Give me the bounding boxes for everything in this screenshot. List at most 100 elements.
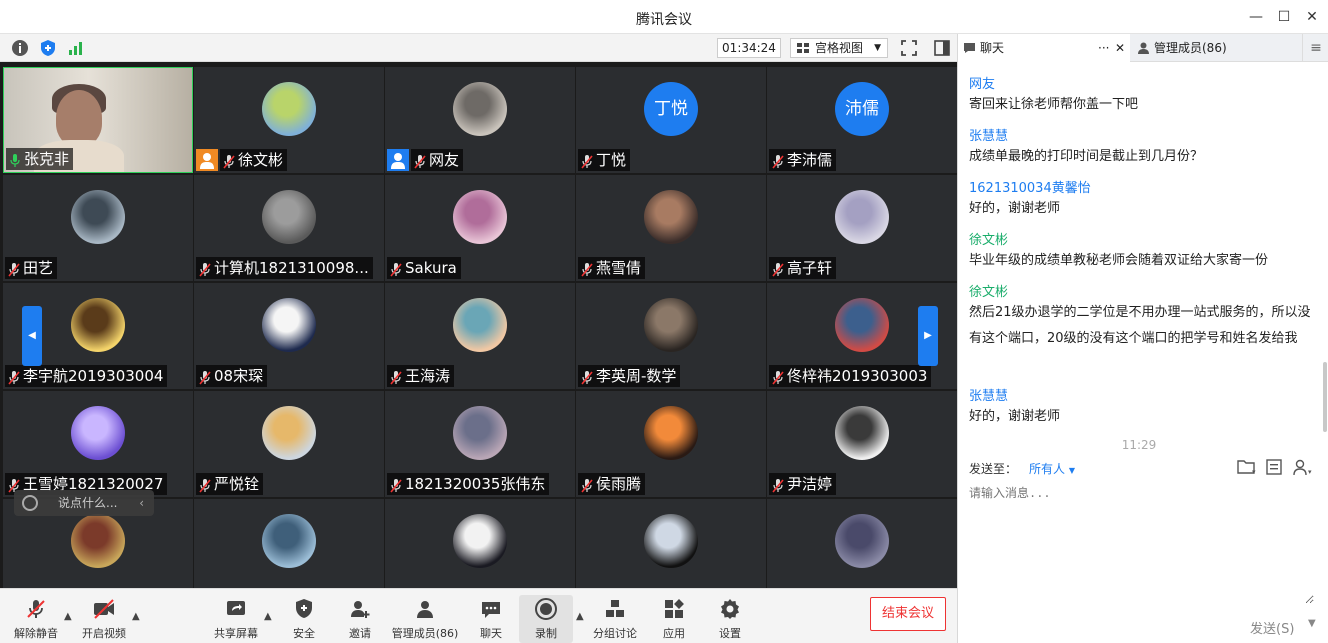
- view-mode-select[interactable]: 宫格视图 ▼: [790, 38, 888, 58]
- emoji-icon[interactable]: [22, 495, 38, 511]
- share-options-caret-icon[interactable]: ▲: [264, 611, 272, 622]
- signal-icon[interactable]: [66, 38, 86, 58]
- title-bar: 腾讯会议 — ☐ ✕: [0, 0, 1328, 34]
- collapse-icon[interactable]: ‹: [139, 490, 144, 516]
- record-button[interactable]: 录制: [519, 595, 573, 643]
- side-panel-toggle-icon[interactable]: [932, 38, 952, 58]
- mic-muted-icon: [8, 261, 20, 277]
- participant-tile[interactable]: [194, 499, 384, 588]
- participant-name: 田艺: [23, 259, 54, 277]
- mic-muted-icon: [199, 369, 211, 385]
- grid-prev-page-arrow-icon[interactable]: ◀: [22, 306, 42, 366]
- chat-scrollbar-thumb[interactable]: [1323, 362, 1327, 432]
- chat-sender[interactable]: 徐文彬: [969, 281, 1008, 300]
- svg-text:▾: ▾: [1252, 468, 1256, 476]
- participant-tile[interactable]: 王海涛: [385, 283, 575, 389]
- participant-tile[interactable]: 侯雨腾: [576, 391, 766, 497]
- avatar: [453, 298, 507, 352]
- audio-options-caret-icon[interactable]: ▲: [64, 611, 72, 622]
- chat-sender[interactable]: 张慧慧: [969, 385, 1008, 404]
- record-options-caret-icon[interactable]: ▲: [576, 611, 584, 622]
- maximize-button[interactable]: ☐: [1270, 6, 1298, 28]
- camera-off-icon: [94, 599, 114, 619]
- apps-button[interactable]: 应用: [654, 595, 694, 643]
- mic-muted-icon: [581, 369, 593, 385]
- start-video-button[interactable]: 开启视频: [76, 595, 132, 643]
- caret-down-icon: ▼: [1068, 466, 1075, 475]
- grid-next-page-arrow-icon[interactable]: ▶: [918, 306, 938, 366]
- avatar: [644, 514, 698, 568]
- participant-tile[interactable]: 08宋琛: [194, 283, 384, 389]
- share-screen-label: 共享屏幕: [214, 627, 258, 640]
- chat-message-text: 然后21级办退学的二学位是不用办理一站式服务的，所以没有这个端口，20级的没有这…: [969, 305, 1311, 346]
- manage-members-button[interactable]: 管理成员(86): [390, 595, 460, 643]
- chat-button[interactable]: 聊天: [472, 595, 510, 643]
- avatar: [71, 514, 125, 568]
- chat-sender[interactable]: 网友: [969, 73, 995, 92]
- security-button[interactable]: 安全: [284, 595, 324, 643]
- participant-tile[interactable]: 尹洁婷: [767, 391, 957, 497]
- unmute-button[interactable]: 解除静音: [8, 595, 64, 643]
- panel-menu-icon[interactable]: ≡: [1302, 34, 1328, 62]
- end-meeting-button[interactable]: 结束会议: [870, 597, 946, 631]
- send-options-caret-icon[interactable]: ▼: [1308, 618, 1316, 629]
- participant-tile[interactable]: [385, 499, 575, 588]
- security-shield-icon[interactable]: [38, 38, 58, 58]
- participant-tile[interactable]: 计算机1821310098...: [194, 175, 384, 281]
- file-folder-icon[interactable]: ▾: [1236, 458, 1258, 476]
- start-video-label: 开启视频: [82, 627, 126, 640]
- chat-sender[interactable]: 张慧慧: [969, 125, 1008, 144]
- tab-chat[interactable]: 聊天 ··· ✕: [958, 34, 1130, 62]
- window-title: 腾讯会议: [636, 12, 692, 28]
- close-button[interactable]: ✕: [1298, 6, 1326, 28]
- more-options-icon[interactable]: ···: [1098, 34, 1109, 62]
- security-label: 安全: [293, 627, 315, 640]
- chat-sender[interactable]: 1621310034黄馨怡: [969, 177, 1091, 196]
- minimize-button[interactable]: —: [1242, 6, 1270, 28]
- participant-tile[interactable]: 严悦铨: [194, 391, 384, 497]
- tab-chat-label: 聊天: [980, 41, 1005, 55]
- participant-tile[interactable]: 徐文彬: [194, 67, 384, 173]
- video-options-caret-icon[interactable]: ▲: [132, 611, 140, 622]
- breakout-rooms-button[interactable]: 分组讨论: [590, 595, 640, 643]
- participant-tile[interactable]: 沛儒 李沛儒: [767, 67, 957, 173]
- chat-sender[interactable]: 徐文彬: [969, 229, 1008, 248]
- participant-name: 王海涛: [405, 367, 451, 385]
- participant-name: Sakura: [405, 259, 457, 277]
- participant-tile[interactable]: 高子轩: [767, 175, 957, 281]
- invite-button[interactable]: 邀请: [340, 595, 380, 643]
- participant-tile[interactable]: 丁悦 丁悦: [576, 67, 766, 173]
- chat-message-text: 成绩单最晚的打印时间是截止到几月份？: [969, 149, 1204, 164]
- info-icon[interactable]: [10, 38, 30, 58]
- participant-tile[interactable]: 1821320035张伟东: [385, 391, 575, 497]
- settings-button[interactable]: 设置: [710, 595, 750, 643]
- participant-tile[interactable]: 王雪婷1821320027: [3, 391, 193, 497]
- chat-message-input[interactable]: [969, 484, 1314, 604]
- grid-view-icon: [797, 43, 809, 53]
- participant-tile[interactable]: [576, 499, 766, 588]
- participant-tile[interactable]: 田艺: [3, 175, 193, 281]
- avatar: [71, 190, 125, 244]
- participant-tile[interactable]: 李英周-数学: [576, 283, 766, 389]
- participant-tile[interactable]: 张克非: [3, 67, 193, 173]
- participant-tile[interactable]: 网友: [385, 67, 575, 173]
- participant-tile[interactable]: 燕雪倩: [576, 175, 766, 281]
- record-icon: [535, 598, 557, 620]
- manage-members-label: 管理成员(86): [391, 627, 459, 640]
- apps-icon: [665, 599, 684, 618]
- participant-tile[interactable]: Sakura: [385, 175, 575, 281]
- send-to-select[interactable]: 所有人 ▼: [1029, 460, 1075, 477]
- close-tab-icon[interactable]: ✕: [1115, 34, 1125, 62]
- fullscreen-icon[interactable]: [899, 38, 919, 58]
- chat-message-text: 好的，谢谢老师: [969, 409, 1061, 424]
- chat-scrollbar[interactable]: [1322, 62, 1328, 454]
- tab-members[interactable]: 管理成员(86): [1132, 34, 1292, 62]
- announcement-icon[interactable]: [1264, 458, 1286, 476]
- send-button[interactable]: 发送(S): [1250, 618, 1294, 637]
- share-screen-button[interactable]: 共享屏幕: [210, 595, 262, 643]
- participant-nameplate: 李英周-数学: [578, 365, 681, 387]
- chat-hint-bar[interactable]: 说点什么... ‹: [14, 490, 154, 516]
- participant-tile[interactable]: [767, 499, 957, 588]
- participant-nameplate: Sakura: [387, 257, 461, 279]
- user-permission-icon[interactable]: ▾: [1292, 458, 1314, 476]
